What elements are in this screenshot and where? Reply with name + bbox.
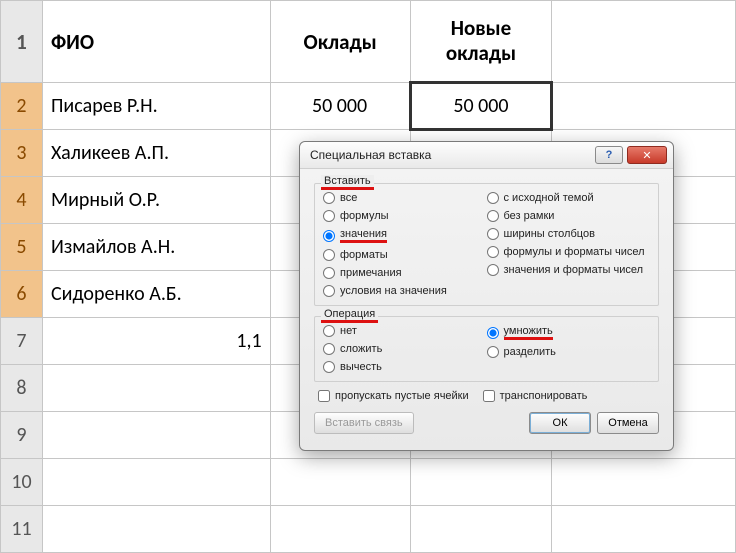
radio-all[interactable]: все [323,192,487,204]
radio-label: без рамки [504,210,555,222]
checkbox-label: транспонировать [500,390,588,402]
row-header[interactable]: 8 [1,365,43,412]
col-header-salary[interactable]: Оклады [270,1,410,83]
radio-formats[interactable]: форматы [323,249,487,261]
radio-validation[interactable]: условия на значения [323,285,487,297]
cell[interactable] [42,506,270,553]
checkbox-skip-blanks[interactable]: пропускать пустые ячейки [318,390,469,402]
radio-label: примечания [340,267,402,279]
group-label-operation: Операция [321,308,378,323]
cell[interactable] [552,83,736,130]
radio-divide[interactable]: разделить [487,346,651,358]
row-header[interactable]: 5 [1,224,43,271]
active-cell[interactable]: 50 000 [410,83,552,130]
radio-label: форматы [340,249,388,261]
cell[interactable] [410,506,552,553]
row-header[interactable]: 2 [1,83,43,130]
radio-label: условия на значения [340,285,447,297]
cell[interactable]: Халикеев А.П. [42,130,270,177]
cell[interactable] [552,506,736,553]
cell[interactable]: Мирный О.Р. [42,177,270,224]
col-header-new-salary[interactable]: Новые оклады [410,1,552,83]
row-header[interactable]: 11 [1,506,43,553]
row-header[interactable]: 3 [1,130,43,177]
cell[interactable]: 1,1 [42,318,270,365]
cell[interactable]: Сидоренко А.Б. [42,271,270,318]
radio-multiply[interactable]: умножить [487,325,651,340]
cell[interactable]: Писарев Р.Н. [42,83,270,130]
ok-button[interactable]: ОК [529,412,591,434]
radio-label: с исходной темой [504,192,594,204]
row-header[interactable]: 6 [1,271,43,318]
cell[interactable] [42,365,270,412]
cancel-button[interactable]: Отмена [597,412,659,434]
cell[interactable] [42,459,270,506]
radio-comments[interactable]: примечания [323,267,487,279]
radio-label: формулы [340,210,389,222]
radio-subtract[interactable]: вычесть [323,361,487,373]
cell[interactable]: 50 000 [270,83,410,130]
cell[interactable] [552,1,736,83]
help-button[interactable]: ? [595,146,623,164]
radio-label: формулы и форматы чисел [504,246,645,258]
dialog-titlebar[interactable]: Специальная вставка ? ✕ [300,142,673,169]
row-header[interactable]: 1 [1,1,43,83]
radio-col-widths[interactable]: ширины столбцов [487,228,651,240]
row-header[interactable]: 10 [1,459,43,506]
radio-add[interactable]: сложить [323,343,487,355]
radio-label: сложить [340,343,382,355]
cell[interactable] [552,459,736,506]
radio-label: разделить [504,346,556,358]
checkbox-label: пропускать пустые ячейки [335,390,469,402]
group-label-insert: Вставить [321,175,374,190]
radio-source-theme[interactable]: с исходной темой [487,192,651,204]
radio-label: вычесть [340,361,382,373]
col-header-fio[interactable]: ФИО [42,1,270,83]
radio-values[interactable]: значения [323,228,487,243]
radio-none[interactable]: нет [323,325,487,337]
cell[interactable] [42,412,270,459]
radio-formulas-numfmt[interactable]: формулы и форматы чисел [487,246,651,258]
close-button[interactable]: ✕ [627,146,667,164]
radio-label: значения [340,228,387,243]
radio-formulas[interactable]: формулы [323,210,487,222]
paste-link-button: Вставить связь [314,412,414,434]
radio-values-numfmt[interactable]: значения и форматы чисел [487,264,651,276]
row-header[interactable]: 7 [1,318,43,365]
radio-no-border[interactable]: без рамки [487,210,651,222]
radio-label: умножить [504,325,553,340]
cell[interactable] [270,506,410,553]
cell[interactable] [270,459,410,506]
cell[interactable]: Измайлов А.Н. [42,224,270,271]
dialog-title: Специальная вставка [310,148,591,162]
paste-special-dialog: Специальная вставка ? ✕ Вставить все фор… [299,141,674,451]
radio-label: значения и форматы чисел [504,264,644,276]
checkbox-transpose[interactable]: транспонировать [483,390,588,402]
radio-label: все [340,192,357,204]
row-header[interactable]: 9 [1,412,43,459]
radio-label: ширины столбцов [504,228,595,240]
radio-label: нет [340,325,357,337]
cell[interactable] [410,459,552,506]
row-header[interactable]: 4 [1,177,43,224]
